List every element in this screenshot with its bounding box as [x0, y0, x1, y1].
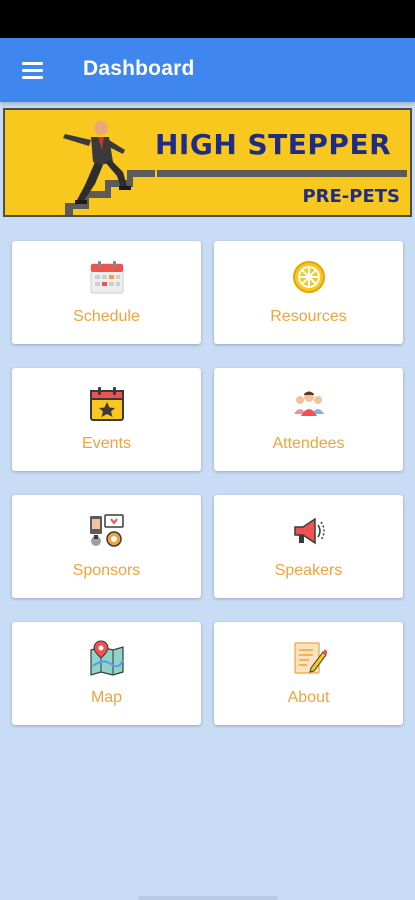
menu-icon[interactable]	[20, 58, 46, 82]
event-banner: HIGH STEPPER PRE-PETS	[3, 108, 412, 217]
tile-events[interactable]: Events	[12, 368, 201, 471]
status-bar	[0, 0, 415, 38]
map-pin-icon	[90, 640, 124, 676]
banner-title: HIGH STEPPER	[155, 128, 392, 161]
calendar-icon	[90, 261, 124, 294]
banner-subtitle: PRE-PETS	[302, 186, 400, 207]
tile-label: Attendees	[272, 435, 345, 452]
tile-label: Events	[82, 435, 131, 452]
note-pencil-icon	[294, 642, 327, 674]
tile-label: About	[287, 689, 330, 706]
tile-speakers[interactable]: Speakers	[214, 495, 403, 598]
megaphone-icon	[294, 517, 325, 545]
tile-schedule[interactable]: Schedule	[12, 241, 201, 344]
tile-resources[interactable]: Resources	[214, 241, 403, 344]
home-indicator[interactable]	[138, 896, 278, 900]
tile-label: Resources	[270, 308, 347, 325]
rotary-wheel-icon	[293, 261, 325, 293]
tile-attendees[interactable]: Attendees	[214, 368, 403, 471]
app-bar: Dashboard	[0, 38, 415, 102]
tile-about[interactable]: About	[214, 622, 403, 725]
people-group-icon	[294, 391, 324, 416]
tile-label: Speakers	[274, 562, 343, 579]
climbing-man-illustration	[63, 121, 155, 215]
page-title: Dashboard	[83, 57, 195, 80]
tile-map[interactable]: Map	[12, 622, 201, 725]
event-calendar-star-icon	[90, 387, 124, 421]
tile-label: Map	[90, 689, 123, 706]
banner-divider	[157, 170, 407, 177]
tile-label: Sponsors	[72, 562, 141, 579]
tile-sponsors[interactable]: Sponsors	[12, 495, 201, 598]
sponsors-icon	[90, 514, 124, 547]
tile-label: Schedule	[73, 308, 140, 325]
